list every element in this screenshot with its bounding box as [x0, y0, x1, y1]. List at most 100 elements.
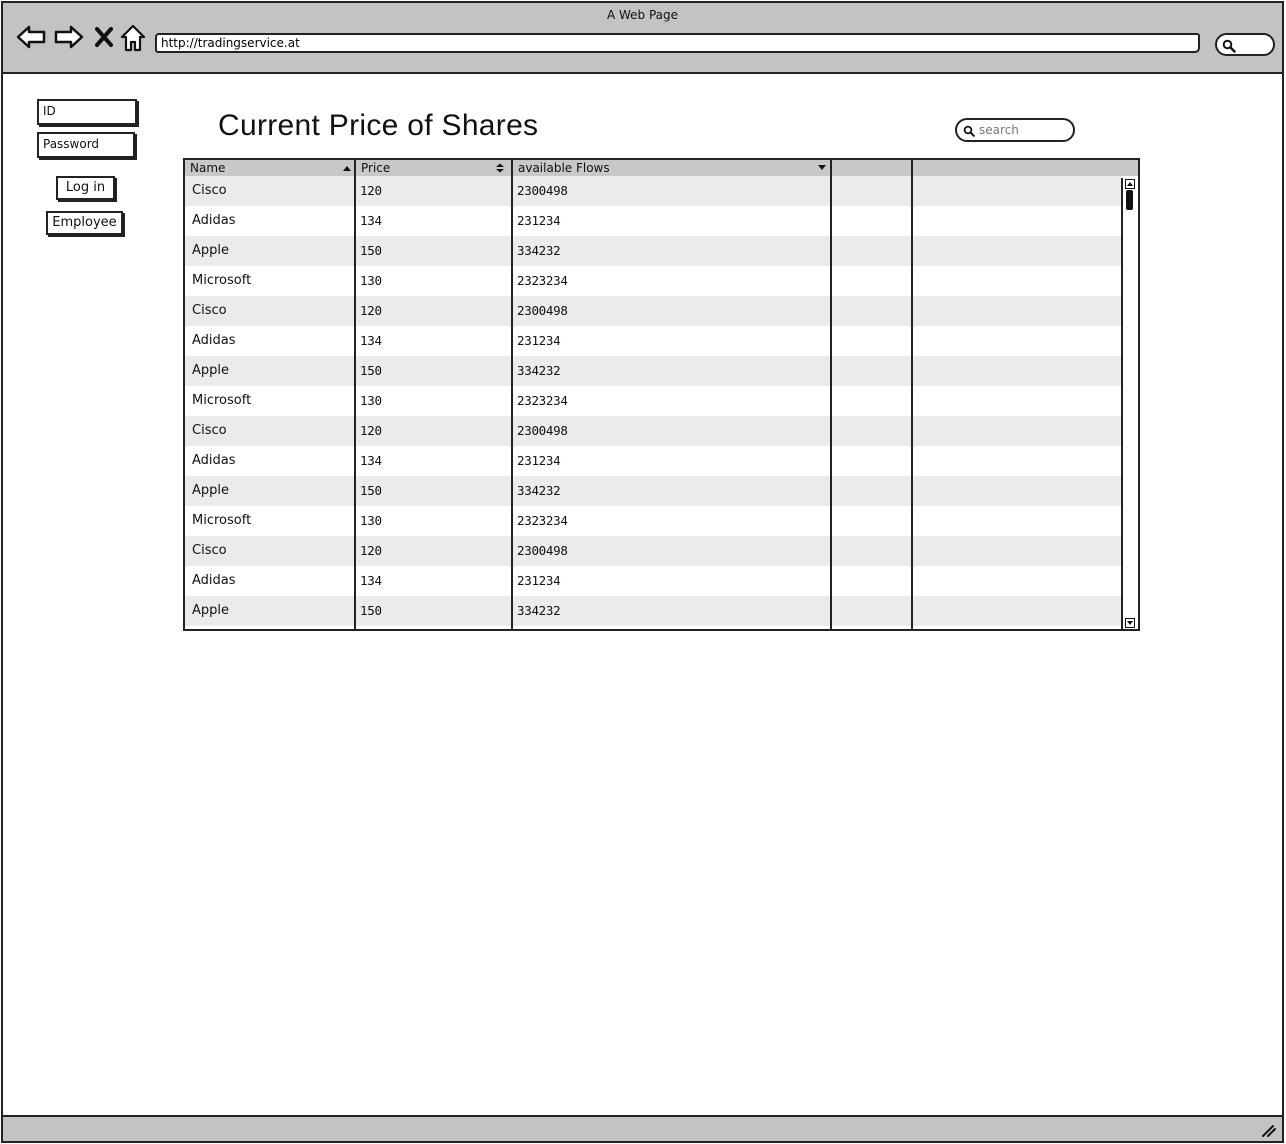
table-row[interactable]: Apple 150 334232 [185, 596, 1121, 626]
column-divider [354, 160, 356, 629]
share-flows: 2300498 [517, 303, 568, 318]
share-name: Adidas [192, 573, 236, 588]
close-x-icon[interactable] [93, 23, 115, 51]
search-icon [963, 125, 975, 137]
home-icon[interactable] [119, 23, 147, 53]
sort-ascending-icon[interactable] [342, 163, 352, 173]
share-flows: 231234 [517, 213, 561, 228]
column-divider [911, 160, 913, 629]
share-name: Microsoft [192, 513, 252, 528]
column-divider [830, 160, 832, 629]
share-name: Cisco [192, 423, 227, 438]
share-price: 134 [360, 333, 382, 348]
column-header-1[interactable]: Price [356, 160, 511, 176]
share-name: Adidas [192, 213, 236, 228]
share-flows: 334232 [517, 603, 561, 618]
column-header-0[interactable]: Name [185, 160, 354, 176]
column-header-2[interactable]: available Flows [513, 160, 830, 176]
employee-button[interactable]: Employee [46, 211, 123, 235]
shares-table: Name Price available Flows Cisco 120 2300498… [183, 158, 1140, 631]
window-title: A Web Page [606, 8, 679, 22]
table-row[interactable]: Microsoft 130 2323234 [185, 386, 1121, 416]
share-name: Adidas [192, 453, 236, 468]
share-name: Apple [192, 483, 230, 498]
column-header-label: available Flows [518, 161, 610, 175]
share-price: 120 [360, 423, 382, 438]
column-header-3[interactable] [832, 160, 911, 176]
url-bar[interactable]: http://tradingservice.at [155, 33, 1200, 53]
table-row[interactable]: Microsoft 130 2323234 [185, 506, 1121, 536]
share-flows: 2300498 [517, 423, 568, 438]
share-price: 120 [360, 183, 382, 198]
table-row[interactable]: Cisco 120 2300498 [185, 296, 1121, 326]
table-row[interactable]: Adidas 134 231234 [185, 446, 1121, 476]
password-field[interactable]: Password [37, 132, 135, 158]
share-price: 134 [360, 453, 382, 468]
table-row[interactable]: Microsoft 130 2323234 [185, 266, 1121, 296]
page-title: Current Price of Shares [218, 109, 539, 142]
share-price: 150 [360, 483, 382, 498]
search-input[interactable]: search [955, 118, 1075, 142]
share-name: Cisco [192, 183, 227, 198]
share-price: 134 [360, 213, 382, 228]
scroll-up-icon[interactable] [1125, 179, 1135, 189]
share-flows: 2300498 [517, 183, 568, 198]
table-row[interactable]: Cisco 120 2300498 [185, 536, 1121, 566]
share-flows: 2300498 [517, 543, 568, 558]
share-flows: 2323234 [517, 393, 568, 408]
share-price: 130 [360, 393, 382, 408]
share-price: 120 [360, 303, 382, 318]
share-name: Adidas [192, 333, 236, 348]
share-flows: 2323234 [517, 273, 568, 288]
share-price: 150 [360, 603, 382, 618]
table-row[interactable]: Cisco 120 2300498 [185, 176, 1121, 206]
resize-grip-icon[interactable] [1260, 1123, 1276, 1137]
browser-titlebar: A Web Page http://tradingservice.at [3, 3, 1282, 74]
forward-arrow-icon[interactable] [53, 23, 85, 51]
share-price: 120 [360, 543, 382, 558]
id-field[interactable]: ID [37, 99, 137, 125]
table-row[interactable]: Apple 150 334232 [185, 356, 1121, 386]
magnifier-icon [1222, 39, 1236, 53]
column-header-label: Price [361, 161, 391, 175]
browser-window: A Web Page http://tradingservice.at ID P… [1, 1, 1284, 1143]
share-flows: 334232 [517, 483, 561, 498]
share-price: 150 [360, 243, 382, 258]
share-name: Cisco [192, 543, 227, 558]
back-arrow-icon[interactable] [15, 23, 47, 51]
table-body: Cisco 120 2300498 Adidas 134 231234 Apple 150 33… [185, 176, 1121, 626]
share-price: 130 [360, 513, 382, 528]
column-header-4[interactable] [913, 160, 1121, 176]
table-row[interactable]: Adidas 134 231234 [185, 206, 1121, 236]
share-flows: 231234 [517, 573, 561, 588]
table-row[interactable]: Apple 150 334232 [185, 476, 1121, 506]
status-bar [3, 1115, 1282, 1141]
share-flows: 334232 [517, 363, 561, 378]
sort-toggle-icon[interactable] [495, 163, 505, 173]
share-name: Apple [192, 363, 230, 378]
table-row[interactable]: Adidas 134 231234 [185, 326, 1121, 356]
vertical-scrollbar[interactable] [1121, 178, 1136, 629]
share-flows: 231234 [517, 333, 561, 348]
share-name: Microsoft [192, 393, 252, 408]
table-row[interactable]: Apple 150 334232 [185, 236, 1121, 266]
table-row[interactable]: Adidas 134 231234 [185, 566, 1121, 596]
scroll-down-icon[interactable] [1125, 618, 1135, 628]
login-button[interactable]: Log in [56, 176, 115, 200]
browser-search-field[interactable] [1215, 33, 1275, 56]
scrollbar-thumb[interactable] [1126, 190, 1133, 210]
column-header-label: Name [190, 161, 226, 175]
share-name: Apple [192, 243, 230, 258]
table-row[interactable]: Cisco 120 2300498 [185, 416, 1121, 446]
share-price: 134 [360, 573, 382, 588]
share-flows: 334232 [517, 243, 561, 258]
sort-descending-icon[interactable] [817, 163, 827, 173]
table-header: Name Price available Flows [185, 160, 1138, 176]
share-name: Apple [192, 603, 230, 618]
share-name: Microsoft [192, 273, 252, 288]
column-divider [511, 160, 513, 629]
share-price: 130 [360, 273, 382, 288]
share-name: Cisco [192, 303, 227, 318]
share-flows: 231234 [517, 453, 561, 468]
share-flows: 2323234 [517, 513, 568, 528]
